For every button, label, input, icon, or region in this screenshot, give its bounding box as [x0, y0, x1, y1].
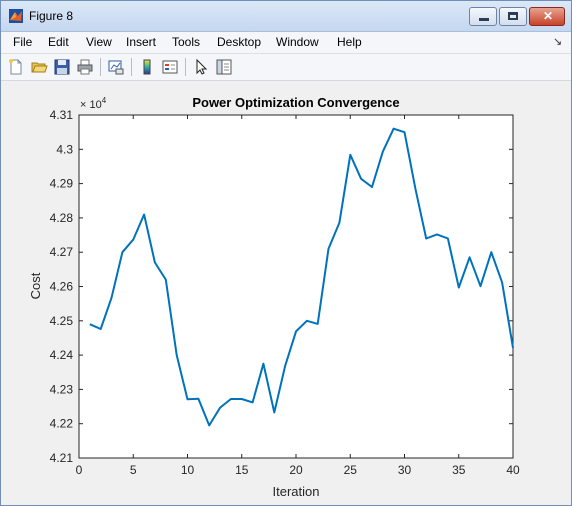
figure-window: Figure 8 ✕ File Edit View Insert Tools D…: [0, 0, 572, 506]
menu-bar: File Edit View Insert Tools Desktop Wind…: [1, 32, 571, 54]
minimize-button[interactable]: [469, 7, 497, 26]
y-axis-label: Cost: [28, 272, 43, 299]
y-axis-exponent-base: × 10: [80, 99, 102, 111]
menu-desktop[interactable]: Desktop: [217, 35, 261, 49]
save-icon[interactable]: [53, 58, 71, 76]
y-tick-label: 4.25: [50, 314, 74, 328]
y-tick-label: 4.26: [50, 280, 74, 294]
menu-insert[interactable]: Insert: [126, 35, 156, 49]
title-bar[interactable]: Figure 8 ✕: [1, 1, 571, 32]
property-editor-icon[interactable]: [215, 58, 233, 76]
x-tick-label: 35: [452, 463, 466, 477]
matlab-logo-icon: [9, 9, 23, 23]
x-tick-label: 20: [289, 463, 303, 477]
y-tick-label: 4.29: [50, 177, 74, 191]
x-tick-label: 10: [181, 463, 195, 477]
y-tick-label: 4.22: [50, 417, 74, 431]
menu-dock-arrow-icon[interactable]: ↘: [553, 35, 562, 48]
chart-title: Power Optimization Convergence: [192, 95, 399, 110]
pointer-icon[interactable]: [192, 58, 210, 76]
x-tick-label: 15: [235, 463, 249, 477]
y-tick-label: 4.21: [50, 451, 74, 465]
toolbar-separator: [131, 58, 132, 76]
x-tick-label: 0: [76, 463, 83, 477]
maximize-button[interactable]: [499, 7, 527, 26]
minimize-icon: [479, 18, 489, 21]
y-axis-exponent: × 104: [80, 96, 107, 111]
maximize-icon: [508, 12, 518, 20]
toolbar-separator: [100, 58, 101, 76]
axes-box[interactable]: [78, 114, 514, 459]
new-figure-icon[interactable]: [7, 58, 25, 76]
open-file-icon[interactable]: [30, 58, 48, 76]
y-tick-label: 4.3: [56, 142, 73, 156]
y-tick-label: 4.24: [50, 348, 74, 362]
close-button[interactable]: ✕: [529, 7, 565, 26]
figure-toolbar: [1, 54, 571, 81]
y-tick-label: 4.31: [50, 108, 74, 122]
x-tick-label: 5: [130, 463, 137, 477]
x-axis-label: Iteration: [273, 484, 320, 499]
y-tick-label: 4.28: [50, 211, 74, 225]
menu-file[interactable]: File: [13, 35, 32, 49]
y-axis-exponent-power: 4: [102, 96, 107, 105]
colorbar-icon[interactable]: [138, 58, 156, 76]
toolbar-separator: [185, 58, 186, 76]
window-title: Figure 8: [29, 9, 74, 23]
plot-canvas[interactable]: 0 5 10 15 20 25 30 35 40 4.21 4.22 4.23 4.24 4.25 4.26…: [1, 81, 571, 505]
menu-edit[interactable]: Edit: [48, 35, 69, 49]
menu-tools[interactable]: Tools: [172, 35, 200, 49]
x-tick-label: 40: [506, 463, 520, 477]
link-plot-icon[interactable]: [107, 58, 125, 76]
menu-view[interactable]: View: [86, 35, 112, 49]
close-icon: ✕: [542, 9, 554, 23]
x-tick-label: 30: [398, 463, 412, 477]
x-tick-label: 25: [344, 463, 358, 477]
print-icon[interactable]: [76, 58, 94, 76]
y-tick-label: 4.27: [50, 245, 74, 259]
menu-window[interactable]: Window: [276, 35, 319, 49]
legend-icon[interactable]: [161, 58, 179, 76]
menu-help[interactable]: Help: [337, 35, 362, 49]
figure-canvas: 0 5 10 15 20 25 30 35 40 4.21 4.22 4.23 4.24 4.25 4.26…: [1, 81, 571, 505]
y-tick-label: 4.23: [50, 382, 74, 396]
